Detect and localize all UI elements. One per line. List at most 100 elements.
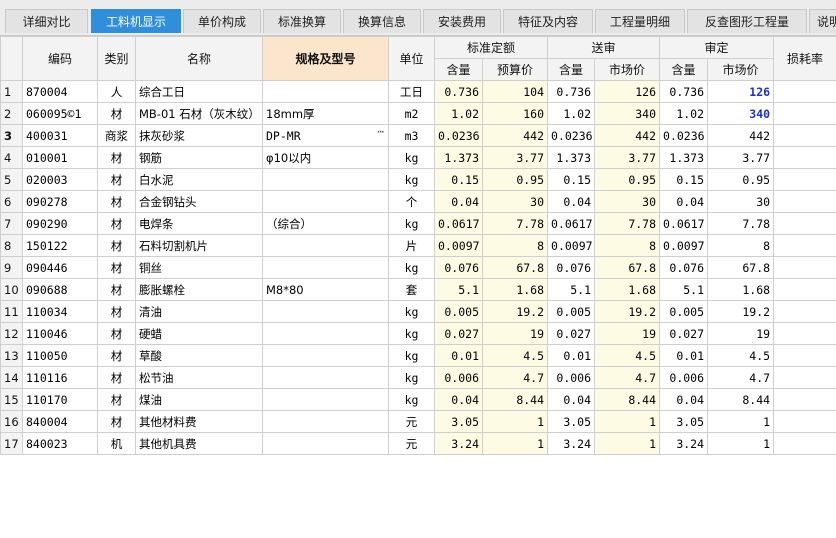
cell-loss[interactable] [773, 366, 836, 389]
cell-sub-qty[interactable]: 3.24 [547, 432, 596, 455]
cell-appr-market-price[interactable]: 1.68 [707, 278, 775, 301]
cell-code[interactable]: 870004 [22, 80, 98, 103]
cell-sub-qty[interactable]: 3.05 [547, 410, 596, 433]
cell-code[interactable]: 110116 [22, 366, 98, 389]
cell-std-budget-price[interactable]: 4.5 [481, 344, 549, 367]
cell-code[interactable]: 090278 [22, 190, 98, 213]
cell-category[interactable]: 商浆 [97, 124, 136, 147]
cell-category[interactable]: 材 [97, 168, 136, 191]
table-row[interactable]: 9 090446 材铜丝 kg 0.076 67.8 0.076 67.8 0.076 67.8 [0, 256, 836, 279]
cell-category[interactable]: 材 [97, 278, 136, 301]
header-spec[interactable]: 规格及型号 [262, 36, 389, 81]
cell-std-budget-price[interactable]: 1.68 [481, 278, 549, 301]
cell-spec[interactable] [262, 168, 389, 191]
cell-sub-qty[interactable]: 0.04 [547, 190, 596, 213]
cell-appr-market-price[interactable]: 4.7 [707, 366, 775, 389]
header-code[interactable]: 编码 [22, 36, 98, 81]
cell-appr-market-price[interactable]: 7.78 [707, 212, 775, 235]
cell-name[interactable]: 白水泥 [135, 168, 263, 191]
cell-appr-market-price[interactable]: 0.95 [707, 168, 775, 191]
cell-unit[interactable]: m2 [388, 102, 435, 125]
table-row[interactable]: 5 020003 材白水泥 kg 0.15 0.95 0.15 0.95 0.15 0.95 [0, 168, 836, 191]
cell-std-qty[interactable]: 0.005 [434, 300, 483, 323]
tab-7[interactable]: 特征及内容 [503, 9, 593, 33]
cell-std-budget-price[interactable]: 3.77 [481, 146, 549, 169]
cell-sub-market-price[interactable]: 8 [594, 234, 661, 257]
cell-name[interactable]: 钢筋 [135, 146, 263, 169]
header-loss[interactable]: 损耗率 [773, 36, 836, 81]
cell-sub-market-price[interactable]: 1.68 [594, 278, 661, 301]
cell-sub-market-price[interactable]: 4.7 [594, 366, 661, 389]
cell-std-budget-price[interactable]: 0.95 [481, 168, 549, 191]
cell-std-budget-price[interactable]: 30 [481, 190, 549, 213]
cell-name[interactable]: 综合工日 [135, 80, 263, 103]
ellipsis-icon[interactable]: ⋯ [377, 126, 385, 139]
cell-loss[interactable] [773, 300, 836, 323]
header-std-qty[interactable]: 含量 [434, 58, 483, 81]
header-category[interactable]: 类别 [97, 36, 136, 81]
cell-unit[interactable]: 元 [388, 432, 435, 455]
cell-std-budget-price[interactable]: 104 [481, 80, 549, 103]
cell-spec[interactable] [262, 322, 389, 345]
tab-5[interactable]: 换算信息 [343, 9, 421, 33]
cell-std-qty[interactable]: 3.05 [434, 410, 483, 433]
cell-std-qty[interactable]: 0.04 [434, 388, 483, 411]
cell-appr-market-price[interactable]: 8 [707, 234, 775, 257]
tab-8[interactable]: 工程量明细 [595, 9, 685, 33]
cell-loss[interactable] [773, 234, 836, 257]
tab-3[interactable]: 单价构成 [183, 9, 261, 33]
cell-sub-qty[interactable]: 1.02 [547, 102, 596, 125]
cell-appr-market-price[interactable]: 3.77 [707, 146, 775, 169]
cell-loss[interactable] [773, 388, 836, 411]
cell-name[interactable]: 硬蜡 [135, 322, 263, 345]
cell-std-budget-price[interactable]: 19 [481, 322, 549, 345]
cell-sub-qty[interactable]: 0.0236 [547, 124, 596, 147]
cell-std-qty[interactable]: 0.006 [434, 366, 483, 389]
cell-std-qty[interactable]: 5.1 [434, 278, 483, 301]
table-row[interactable]: 6 090278 材合金钢钻头个 0.04 30 0.04 30 0.04 30 [0, 190, 836, 213]
table-row[interactable]: 15 110170 材煤油 kg 0.04 8.44 0.04 8.44 0.04 8.44 [0, 388, 836, 411]
cell-spec[interactable] [262, 234, 389, 257]
cell-unit[interactable]: kg [388, 168, 435, 191]
cell-appr-qty[interactable]: 0.0617 [659, 212, 709, 235]
cell-unit[interactable]: m3 [388, 124, 435, 147]
cell-category[interactable]: 材 [97, 366, 136, 389]
cell-name[interactable]: MB-01 石材（灰木纹） [135, 102, 263, 125]
cell-spec[interactable] [262, 410, 389, 433]
cell-category[interactable]: 材 [97, 146, 136, 169]
cell-appr-market-price[interactable]: 126 [707, 80, 775, 103]
cell-std-budget-price[interactable]: 7.78 [481, 212, 549, 235]
cell-std-budget-price[interactable]: 4.7 [481, 366, 549, 389]
cell-std-budget-price[interactable]: 442 [481, 124, 549, 147]
cell-spec[interactable] [262, 256, 389, 279]
cell-appr-market-price[interactable]: 67.8 [707, 256, 775, 279]
cell-appr-qty[interactable]: 0.01 [659, 344, 709, 367]
cell-loss[interactable] [773, 124, 836, 147]
cell-code[interactable]: 020003 [22, 168, 98, 191]
cell-appr-qty[interactable]: 0.076 [659, 256, 709, 279]
cell-category[interactable]: 材 [97, 322, 136, 345]
cell-std-qty[interactable]: 1.373 [434, 146, 483, 169]
tab-9[interactable]: 反查图形工程量 [687, 9, 807, 33]
cell-std-budget-price[interactable]: 1 [481, 432, 549, 455]
cell-unit[interactable]: 元 [388, 410, 435, 433]
cell-unit[interactable]: kg [388, 146, 435, 169]
cell-category[interactable]: 材 [97, 300, 136, 323]
cell-name[interactable]: 铜丝 [135, 256, 263, 279]
cell-std-qty[interactable]: 0.01 [434, 344, 483, 367]
table-row[interactable]: 4 010001 材钢筋 φ10以内 kg 1.373 3.77 1.373 3.77 1.373… [0, 146, 836, 169]
cell-std-qty[interactable]: 0.0236 [434, 124, 483, 147]
cell-spec[interactable] [262, 432, 389, 455]
cell-name[interactable]: 其他材料费 [135, 410, 263, 433]
table-row[interactable]: 8 150122 材石料切割机片片 0.0097 8 0.0097 8 0.0097 8 [0, 234, 836, 257]
cell-code[interactable]: 110034 [22, 300, 98, 323]
cell-code[interactable]: 110050 [22, 344, 98, 367]
cell-sub-qty[interactable]: 0.076 [547, 256, 596, 279]
cell-spec[interactable] [262, 300, 389, 323]
cell-name[interactable]: 合金钢钻头 [135, 190, 263, 213]
cell-name[interactable]: 清油 [135, 300, 263, 323]
header-appr-market-price[interactable]: 市场价 [707, 58, 775, 81]
cell-code[interactable]: 400031 [22, 124, 98, 147]
cell-sub-qty[interactable]: 0.0617 [547, 212, 596, 235]
cell-unit[interactable]: kg [388, 300, 435, 323]
